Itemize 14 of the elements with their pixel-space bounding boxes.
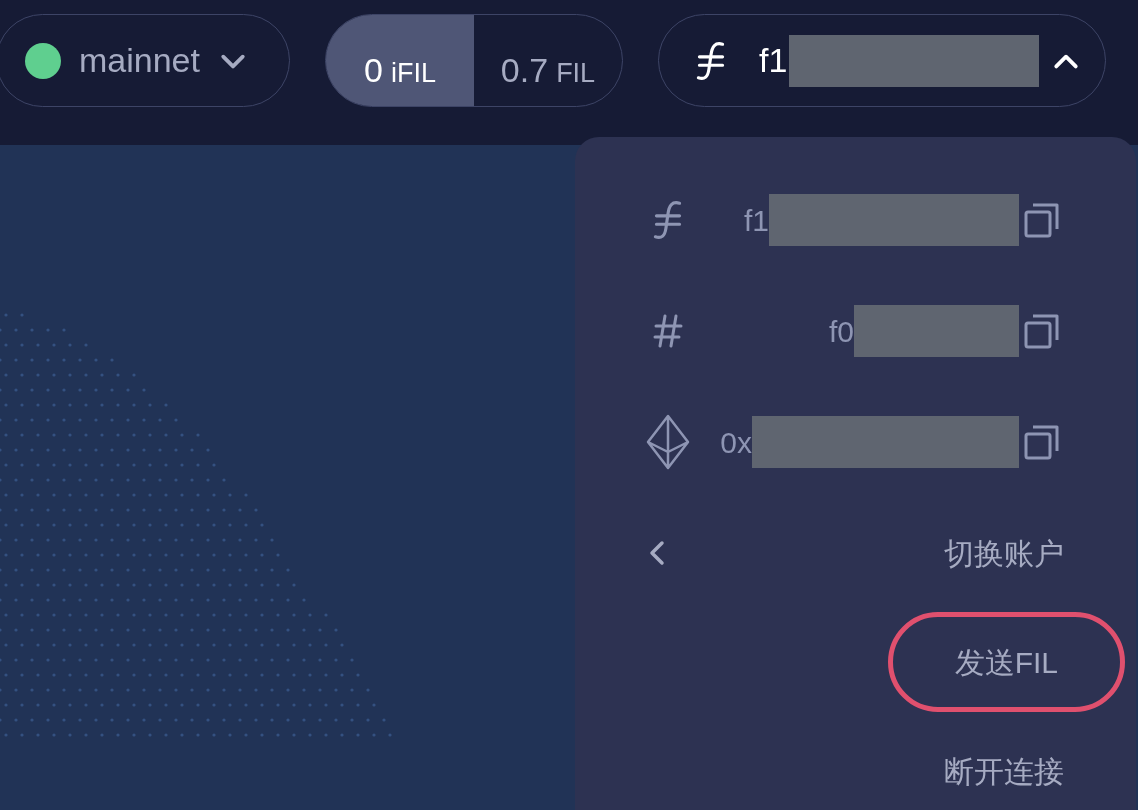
address-text: 0x [720, 424, 752, 461]
balance-option[interactable]: 0 iFIL [326, 15, 474, 106]
copy-icon[interactable] [1024, 313, 1060, 349]
copy-icon[interactable] [1024, 202, 1060, 238]
diamond-icon [646, 414, 690, 470]
copy-icon[interactable] [1024, 424, 1060, 460]
balance-option[interactable]: 0.7 FIL [474, 15, 622, 106]
address-text: f1 [743, 202, 769, 239]
menu-action[interactable]: 发送FIL [887, 612, 1125, 712]
menu-action[interactable]: 切换账户 [944, 525, 1064, 581]
chevron-left-icon [649, 540, 665, 566]
menu-action[interactable]: 断开连接 [944, 743, 1064, 799]
address-text: f0 [828, 313, 854, 350]
hash-icon [652, 313, 684, 349]
